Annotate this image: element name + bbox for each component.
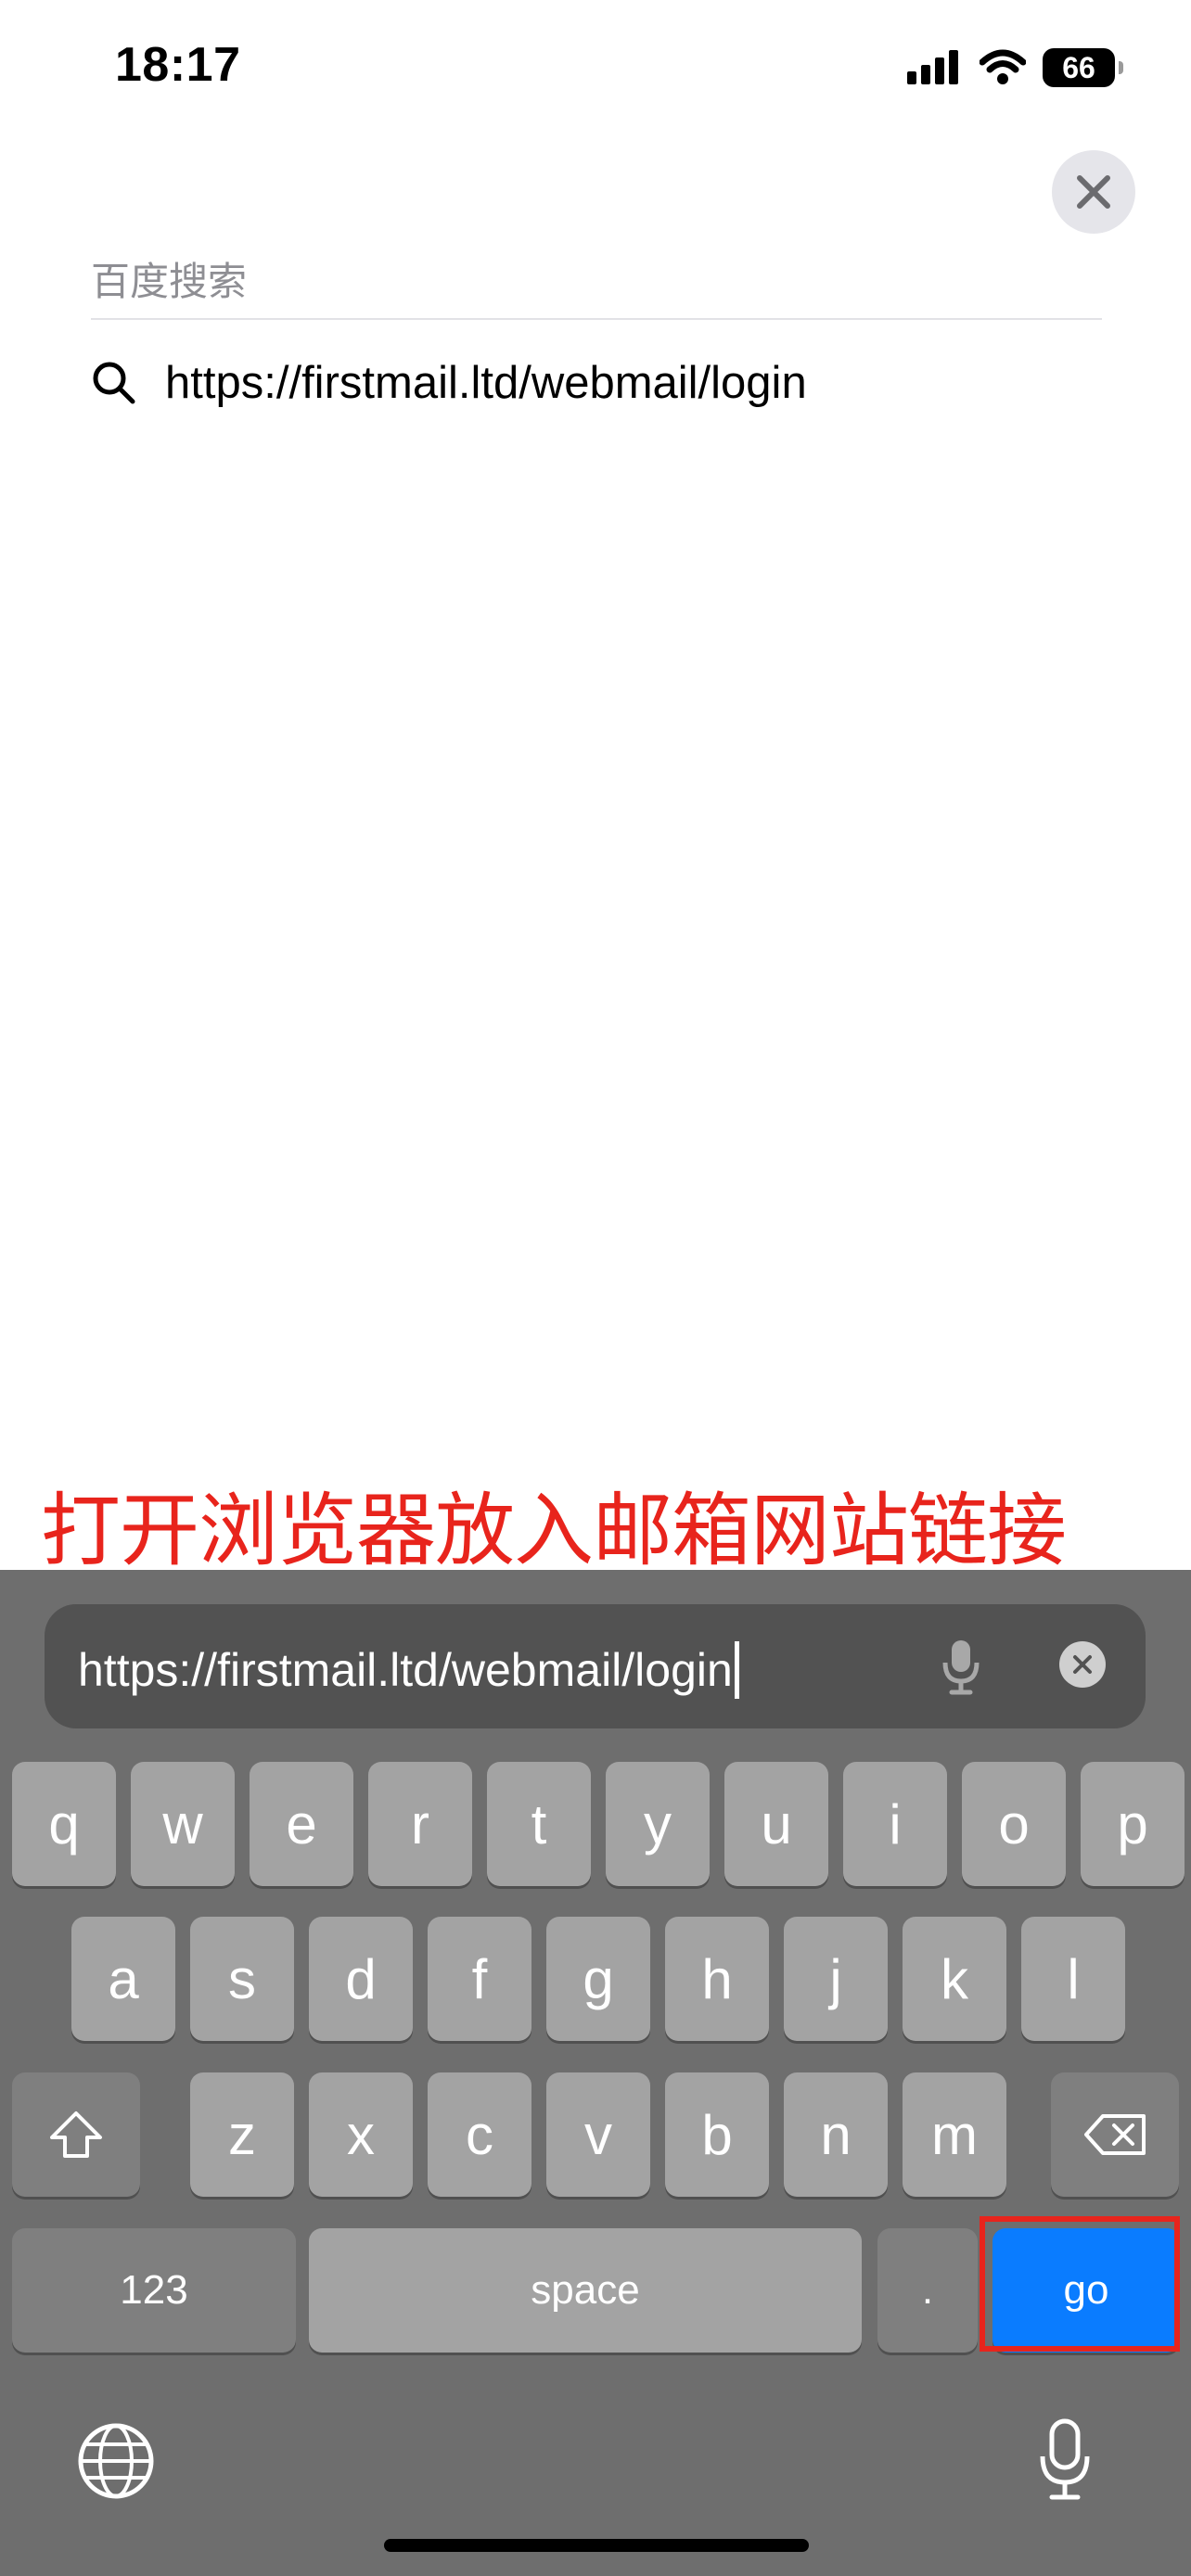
home-indicator (384, 2539, 809, 2552)
address-input[interactable]: https://firstmail.ltd/webmail/login (78, 1641, 739, 1699)
key-n[interactable]: n (784, 2072, 888, 2197)
clear-icon (1073, 1655, 1092, 1674)
microphone-icon[interactable] (942, 1637, 980, 1698)
text-cursor (734, 1641, 739, 1699)
key-s[interactable]: s (190, 1917, 294, 2041)
backspace-icon (1084, 2114, 1146, 2155)
key-x[interactable]: x (309, 2072, 413, 2197)
search-icon (93, 362, 135, 404)
suggestion-text: https://firstmail.ltd/webmail/login (165, 358, 807, 408)
key-j[interactable]: j (784, 1917, 888, 2041)
dictation-icon[interactable] (1039, 2417, 1091, 2503)
section-header-baidu-search: 百度搜索 (91, 260, 248, 303)
key-g[interactable]: g (546, 1917, 650, 2041)
key-q[interactable]: q (12, 1762, 116, 1886)
clear-text-button[interactable] (1059, 1641, 1106, 1688)
address-value: https://firstmail.ltd/webmail/login (78, 1644, 733, 1696)
key-r[interactable]: r (368, 1762, 472, 1886)
key-p[interactable]: p (1081, 1762, 1185, 1886)
key-m[interactable]: m (903, 2072, 1006, 2197)
key-e[interactable]: e (250, 1762, 353, 1886)
status-time: 18:17 (115, 38, 241, 92)
key-k[interactable]: k (903, 1917, 1006, 2041)
key-o[interactable]: o (962, 1762, 1066, 1886)
key-b[interactable]: b (665, 2072, 769, 2197)
annotation-caption: 打开浏览器放入邮箱网站链接 (41, 1485, 1067, 1577)
shift-key[interactable] (12, 2072, 140, 2197)
numbers-key[interactable]: 123 (12, 2228, 296, 2353)
key-h[interactable]: h (665, 1917, 769, 2041)
battery-level: 66 (1062, 50, 1095, 84)
go-key-highlight (980, 2216, 1180, 2352)
key-z[interactable]: z (190, 2072, 294, 2197)
key-y[interactable]: y (606, 1762, 710, 1886)
space-key[interactable]: space (309, 2228, 862, 2353)
key-l[interactable]: l (1021, 1917, 1125, 2041)
period-key[interactable]: . (877, 2228, 978, 2353)
key-d[interactable]: d (309, 1917, 413, 2041)
status-icons: 66 (907, 45, 1123, 91)
globe-icon[interactable] (76, 2421, 156, 2501)
cellular-signal-icon (907, 50, 958, 84)
key-c[interactable]: c (428, 2072, 531, 2197)
key-v[interactable]: v (546, 2072, 650, 2197)
delete-key[interactable] (1051, 2072, 1179, 2197)
key-a[interactable]: a (71, 1917, 175, 2041)
key-f[interactable]: f (428, 1917, 531, 2041)
key-w[interactable]: w (131, 1762, 235, 1886)
search-suggestion[interactable]: https://firstmail.ltd/webmail/login (91, 351, 807, 415)
close-button[interactable] (1052, 150, 1135, 234)
close-icon (1077, 175, 1110, 209)
key-u[interactable]: u (724, 1762, 828, 1886)
key-i[interactable]: i (843, 1762, 947, 1886)
key-t[interactable]: t (487, 1762, 591, 1886)
shift-icon (50, 2111, 102, 2158)
address-bar[interactable]: https://firstmail.ltd/webmail/login (45, 1604, 1146, 1728)
battery-icon: 66 (1043, 48, 1123, 87)
divider (91, 318, 1102, 320)
wifi-icon (980, 49, 1026, 84)
